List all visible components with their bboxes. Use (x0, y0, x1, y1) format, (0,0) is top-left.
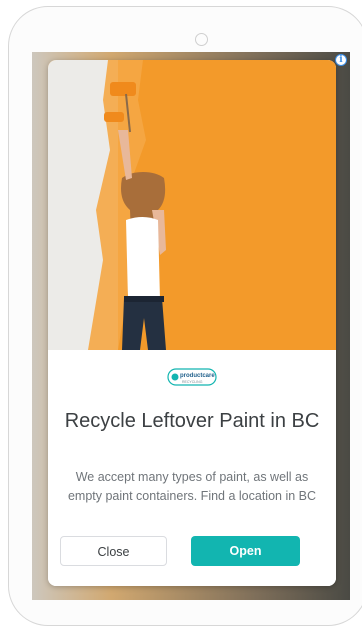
interstitial-ad-card: productcare RECYCLING Recycle Leftover P… (48, 60, 336, 586)
advertiser-logo-subtext: RECYCLING (182, 380, 203, 384)
adchoices-info-icon[interactable]: i (335, 54, 347, 66)
ad-hero-image[interactable] (48, 60, 336, 350)
open-button[interactable]: Open (191, 536, 300, 566)
ad-body-text: We accept many types of paint, as well a… (67, 470, 317, 503)
phone-screen: i productcare RECYCLING Recycle Leftover (32, 52, 350, 600)
ad-headline[interactable]: Recycle Leftover Paint in BC (58, 406, 326, 436)
advertiser-logo[interactable]: productcare RECYCLING (164, 366, 220, 388)
advertiser-logo-text: productcare (180, 373, 215, 379)
ad-info-panel: productcare RECYCLING Recycle Leftover P… (48, 350, 336, 586)
close-button[interactable]: Close (60, 536, 167, 566)
camera-icon (195, 33, 208, 46)
